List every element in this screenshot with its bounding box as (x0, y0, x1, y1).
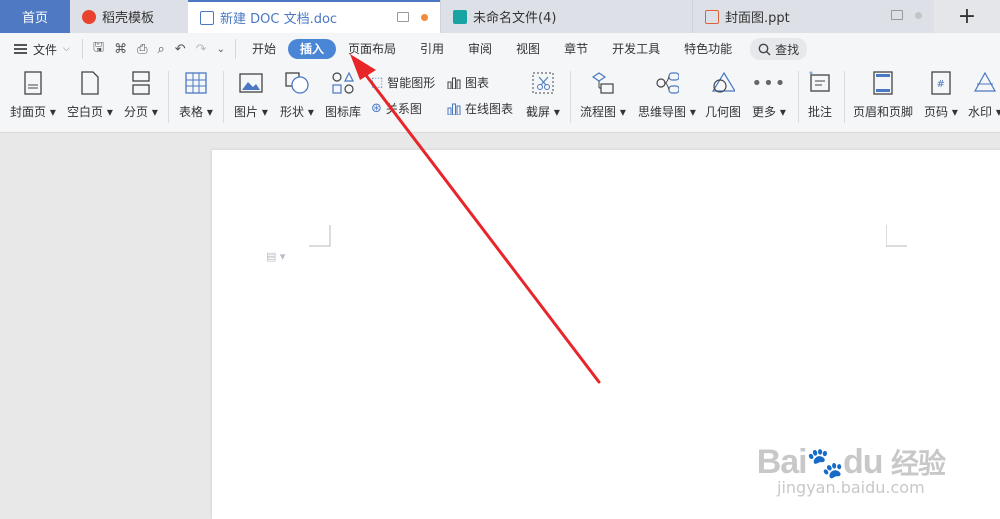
paw-icon: 🐾 (806, 447, 844, 480)
baidu-watermark: Bai🐾du 经验 jingyan.baidu.com (756, 443, 946, 497)
